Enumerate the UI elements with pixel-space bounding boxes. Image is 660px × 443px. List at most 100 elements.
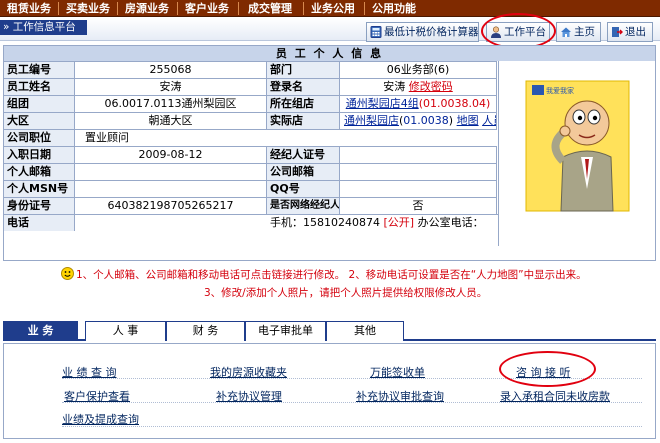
dept-value: 06业务部(6) — [340, 62, 497, 78]
workbench-label: 工作平台 — [504, 26, 546, 38]
name-label: 员工姓名 — [4, 79, 75, 95]
actual-store-label: 实际店 — [267, 113, 340, 129]
info-title: 员 工 个 人 信 息 — [4, 46, 655, 61]
msn-label: 个人MSN号 — [4, 181, 75, 197]
nav-rent[interactable]: 租赁业务 — [3, 1, 55, 16]
link-universal-receipt[interactable]: 万能签收单 — [370, 364, 425, 380]
nav-separator — [364, 2, 365, 15]
login-value: 安涛 — [383, 80, 406, 93]
link-customer-protection[interactable]: 客户保护查看 — [64, 388, 130, 404]
table-row: 员工编号 255068 部门 06业务部(6) — [4, 61, 497, 78]
tab-approval[interactable]: 电子审批单 — [245, 321, 326, 341]
breadcrumb: » 工作信息平台 — [0, 20, 87, 35]
qq-label: QQ号 — [267, 181, 340, 197]
notes: 1、个人邮箱、公司邮箱和移动电话可点击链接进行修改。 2、移动电话可设置是否在“… — [4, 265, 657, 303]
store-link[interactable]: 通州梨园店4组 — [346, 97, 419, 110]
link-rental-contract-entry[interactable]: 录入承租合同未收房款 — [500, 388, 610, 404]
link-consult-answer[interactable]: 咨 询 接 听 — [516, 364, 571, 380]
personal-email-value[interactable] — [75, 164, 267, 180]
entry-date-value: 2009-08-12 — [75, 147, 267, 163]
map-link[interactable]: 地图 — [457, 114, 479, 127]
nav-common-biz[interactable]: 业务公用 — [307, 1, 359, 16]
top-nav: 租赁业务 买卖业务 房源业务 客户业务 成交管理 业务公用 公用功能 — [0, 0, 660, 17]
nav-separator — [117, 2, 118, 15]
home-button[interactable]: 主页 — [556, 22, 601, 42]
mobile-value[interactable]: 15810240874 — [303, 216, 380, 229]
region-value: 朝通大区 — [75, 113, 267, 129]
msn-value — [75, 181, 267, 197]
nav-customer[interactable]: 客户业务 — [181, 1, 233, 16]
personal-email-label: 个人邮箱 — [4, 164, 75, 180]
link-property-favorites[interactable]: 我的房源收藏夹 — [210, 364, 287, 380]
brand-logo-icon — [532, 85, 544, 95]
smiley-icon — [61, 267, 74, 280]
nav-separator — [238, 2, 239, 15]
phone-label: 电话 — [4, 215, 75, 231]
region-label: 大区 — [4, 113, 75, 129]
workbench-button[interactable]: 工作平台 — [486, 22, 550, 42]
store-label: 所在组店 — [267, 96, 340, 112]
group-value: 06.0017.0113通州梨园区 — [75, 96, 267, 112]
table-row: 个人邮箱 公司邮箱 — [4, 163, 497, 180]
nav-separator — [177, 2, 178, 15]
actual-code: 01.0038 — [403, 114, 449, 127]
exit-button[interactable]: 退出 — [607, 22, 653, 42]
link-performance-query[interactable]: 业 绩 查 询 — [62, 364, 117, 380]
table-row: 入职日期 2009-08-12 经纪人证号 — [4, 146, 497, 163]
user-icon — [491, 26, 501, 38]
table-row: 大区 朝通大区 实际店 通州梨园店(01.0038) 地图 人员 — [4, 112, 497, 129]
tab-business[interactable]: 业 务 — [3, 321, 78, 341]
table-row: 身份证号 640382198705265217 是否网络经纪人 否 — [4, 197, 497, 214]
tax-calculator-label: 最低计税价格计算器 — [384, 26, 479, 38]
page-title: 工作信息平台 — [12, 21, 76, 33]
nav-deal[interactable]: 成交管理 — [243, 1, 297, 16]
tab-hr[interactable]: 人 事 — [85, 321, 166, 341]
employee-photo: 我爱我家 — [498, 61, 655, 246]
tax-calculator-button[interactable]: 最低计税价格计算器 — [366, 22, 479, 42]
nav-separator — [58, 2, 59, 15]
network-broker-value: 否 — [340, 198, 497, 214]
public-flag[interactable]: [公开] — [383, 216, 414, 229]
employee-id-label: 员工编号 — [4, 62, 75, 78]
business-links-panel: 业 绩 查 询 我的房源收藏夹 万能签收单 咨 询 接 听 客户保护查看 补充协… — [3, 343, 656, 439]
nav-separator — [303, 2, 304, 15]
change-password-link[interactable]: 修改密码 — [409, 80, 453, 93]
id-card-value: 640382198705265217 — [75, 198, 267, 214]
tab-finance[interactable]: 财 务 — [166, 321, 245, 341]
nav-sale[interactable]: 买卖业务 — [62, 1, 114, 16]
link-supplement-manage[interactable]: 补充协议管理 — [216, 388, 282, 404]
link-supplement-approval[interactable]: 补充协议审批查询 — [356, 388, 444, 404]
broker-cert-value — [340, 147, 497, 163]
note-line-1: 1、个人邮箱、公司邮箱和移动电话可点击链接进行修改。 2、移动电话可设置是否在“… — [76, 269, 587, 281]
office-phone-label: 办公室电话： — [417, 216, 484, 229]
cartoon-avatar-image: 我爱我家 — [525, 80, 630, 212]
people-link[interactable]: 人员 — [482, 114, 496, 127]
store-cell: 通州梨园店4组(01.0038.04) — [340, 96, 497, 112]
company-email-label: 公司邮箱 — [267, 164, 340, 180]
note-line-2: 3、修改/添加个人照片，请把个人照片提供给权限修改人员。 — [204, 287, 488, 299]
company-email-value[interactable] — [340, 164, 497, 180]
home-label: 主页 — [574, 26, 595, 38]
id-card-label: 身份证号 — [4, 198, 75, 214]
table-row: 组团 06.0017.0113通州梨园区 所在组店 通州梨园店4组(01.003… — [4, 95, 497, 112]
link-commission-query[interactable]: 业绩及提成查询 — [62, 411, 139, 427]
dept-label: 部门 — [267, 62, 340, 78]
actual-store-link[interactable]: 通州梨园店 — [344, 114, 399, 127]
position-value: 置业顾问 — [85, 131, 129, 144]
tab-bar: 业 务 人 事 财 务 电子审批单 其他 — [3, 321, 656, 341]
actual-store-cell: 通州梨园店(01.0038) 地图 人员 — [340, 113, 497, 129]
tab-other[interactable]: 其他 — [326, 321, 404, 341]
table-row: 员工姓名 安涛 登录名 安涛 修改密码 — [4, 78, 497, 95]
brand-name: 我爱我家 — [546, 86, 574, 95]
store-code: (01.0038.04) — [418, 97, 491, 110]
exit-icon — [612, 27, 623, 37]
nav-property[interactable]: 房源业务 — [121, 1, 173, 16]
home-icon — [561, 27, 571, 37]
employee-id-value: 255068 — [75, 62, 267, 78]
table-row: 公司职位 置业顾问 — [4, 129, 497, 146]
broker-cert-label: 经纪人证号 — [267, 147, 340, 163]
calculator-icon — [370, 26, 382, 38]
divider — [62, 426, 642, 427]
nav-common-func[interactable]: 公用功能 — [368, 1, 420, 16]
table-row: 个人MSN号 QQ号 — [4, 180, 497, 197]
